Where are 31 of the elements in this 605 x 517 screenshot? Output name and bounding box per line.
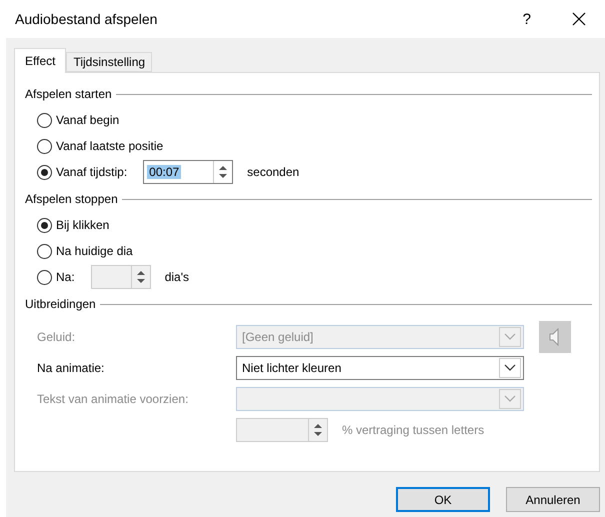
field-label: Geluid:	[37, 330, 76, 344]
radio-label: Vanaf tijdstip:	[56, 165, 128, 179]
cancel-button[interactable]: Annuleren	[506, 487, 600, 512]
tab[interactable]: Tijdsinstelling	[66, 52, 152, 72]
radio-label: Vanaf laatste positie	[56, 139, 164, 153]
group-title: Uitbreidingen	[25, 297, 96, 311]
window-title: Audiobestand afspelen	[15, 11, 158, 27]
radio-label: Bij klikken	[56, 218, 110, 232]
radio-button[interactable]	[37, 138, 52, 154]
tab[interactable]: Effect	[14, 48, 66, 73]
radio-button[interactable]	[37, 244, 52, 258]
chevron-down-icon[interactable]	[504, 364, 516, 372]
ok-button[interactable]: OK	[396, 487, 490, 512]
group-title: Afspelen stoppen	[25, 192, 118, 206]
spinner-field[interactable]: 00:07	[143, 160, 234, 184]
field-label: Tekst van animatie voorzien:	[37, 392, 188, 406]
field-label: Na animatie:	[37, 361, 104, 375]
radio-label: Na huidige dia	[56, 244, 133, 258]
unit-label: % vertraging tussen letters	[342, 423, 484, 437]
radio-label: Vanaf begin	[56, 113, 120, 127]
radio-button[interactable]	[37, 164, 52, 180]
spin-arrows-icon[interactable]	[219, 165, 228, 179]
unit-label: seconden	[247, 165, 300, 179]
help-button[interactable]: ?	[522, 10, 531, 28]
dropdown[interactable]: Niet lichter kleuren	[236, 356, 524, 380]
radio-button[interactable]	[37, 112, 52, 128]
radio-label: Na:	[56, 270, 75, 284]
radio-button[interactable]	[37, 218, 52, 232]
unit-label: dia's	[164, 270, 189, 284]
group-title: Afspelen starten	[25, 87, 112, 101]
close-icon[interactable]	[571, 11, 587, 27]
